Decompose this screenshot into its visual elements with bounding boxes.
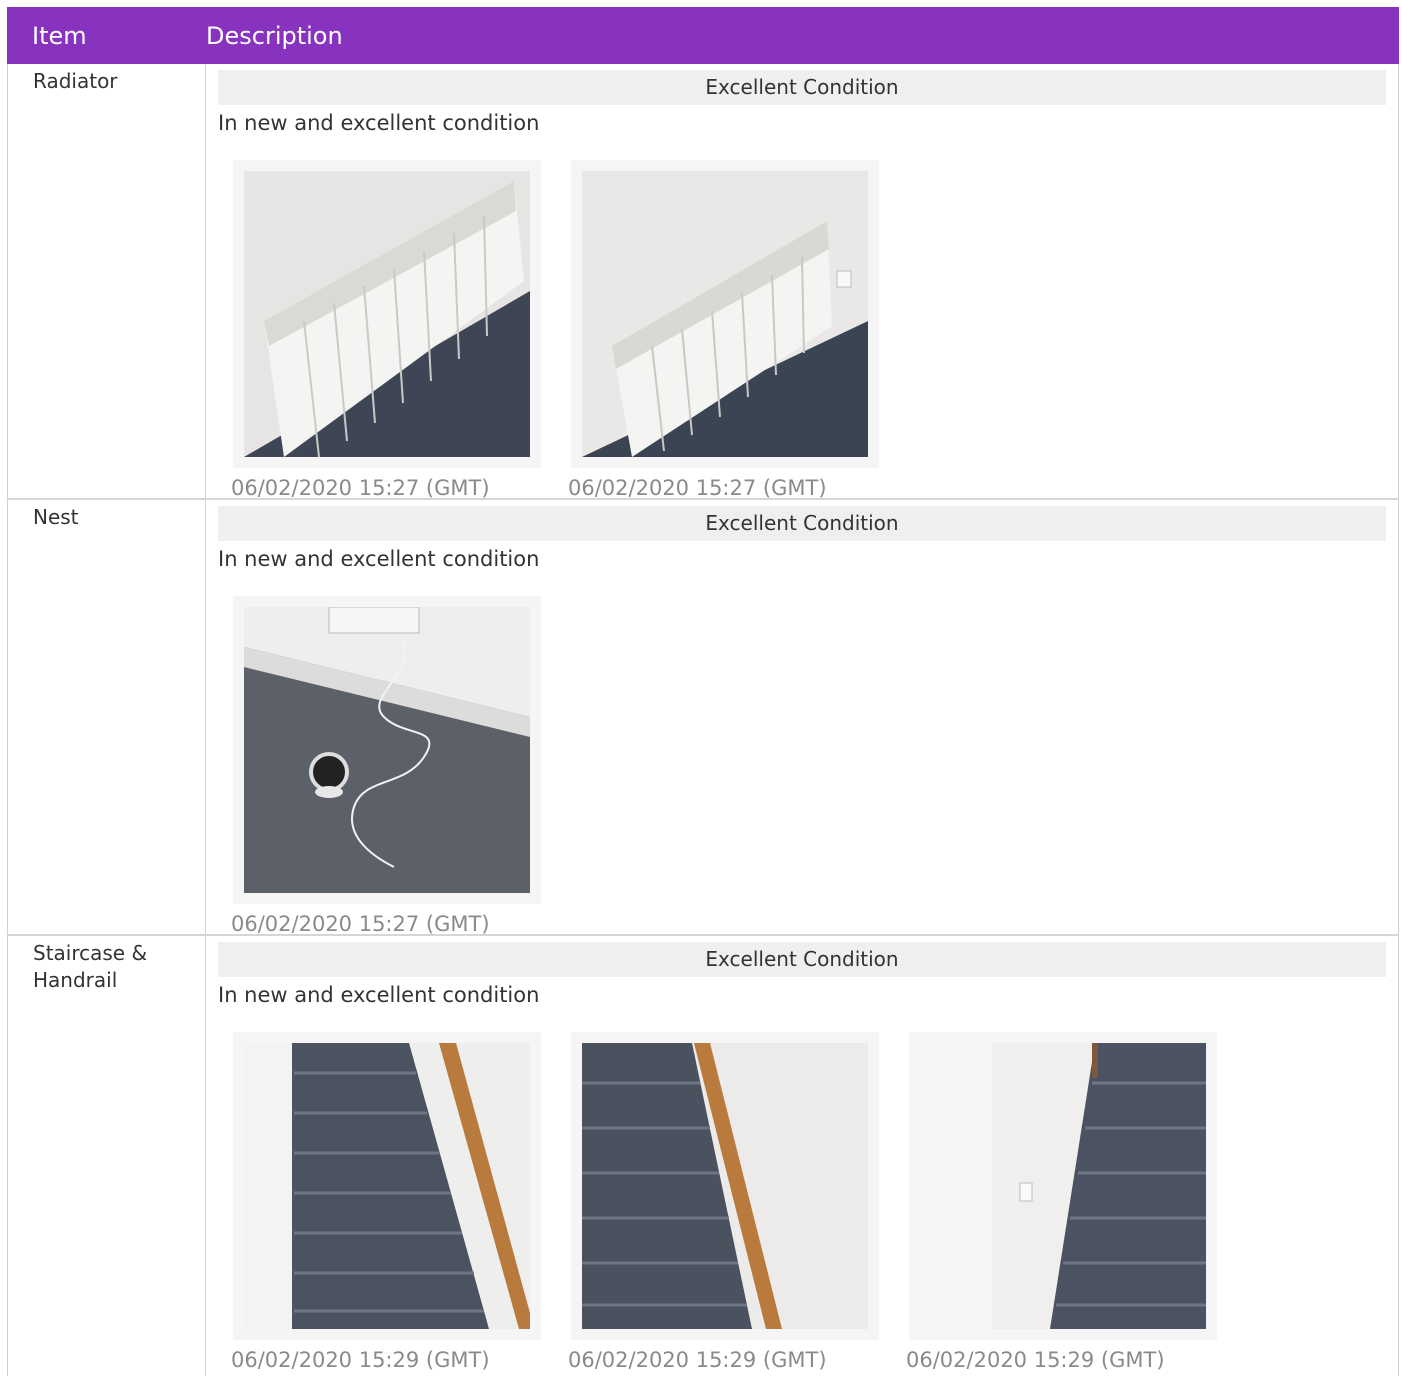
photo-timestamp: 06/02/2020 15:27 (GMT) <box>231 912 490 936</box>
photo-thumbnail[interactable] <box>909 1032 1217 1340</box>
header-description: Description <box>206 22 343 50</box>
staircase-photo <box>920 1043 1206 1329</box>
radiator-photo <box>582 171 868 457</box>
photo-timestamp: 06/02/2020 15:29 (GMT) <box>231 1348 490 1372</box>
photo-thumbnail[interactable] <box>233 160 541 468</box>
photo-timestamp: 06/02/2020 15:27 (GMT) <box>231 476 490 500</box>
photo-timestamp: 06/02/2020 15:29 (GMT) <box>906 1348 1165 1372</box>
photo-thumbnail[interactable] <box>571 160 879 468</box>
column-divider <box>205 936 206 1376</box>
table-row: Radiator Excellent Condition In new and … <box>7 64 1399 500</box>
condition-label: Excellent Condition <box>218 942 1386 977</box>
header-item: Item <box>32 22 87 50</box>
column-divider <box>205 500 206 934</box>
item-description: In new and excellent condition <box>218 547 540 571</box>
item-name: Staircase & Handrail <box>33 941 148 992</box>
photo-thumbnail[interactable] <box>233 596 541 904</box>
staircase-photo <box>582 1043 868 1329</box>
staircase-photo <box>244 1043 530 1329</box>
condition-label: Excellent Condition <box>218 506 1386 541</box>
photo-timestamp: 06/02/2020 15:29 (GMT) <box>568 1348 827 1372</box>
radiator-photo <box>244 171 530 457</box>
nest-camera-photo <box>244 607 530 893</box>
table-row: Staircase & Handrail Excellent Condition… <box>7 936 1399 1376</box>
photo-thumbnail[interactable] <box>233 1032 541 1340</box>
item-description: In new and excellent condition <box>218 983 540 1007</box>
column-divider <box>205 64 206 498</box>
item-name: Radiator <box>33 69 118 93</box>
item-name: Nest <box>33 505 79 529</box>
item-description: In new and excellent condition <box>218 111 540 135</box>
photo-timestamp: 06/02/2020 15:27 (GMT) <box>568 476 827 500</box>
condition-label: Excellent Condition <box>218 70 1386 105</box>
inventory-table: Item Description Radiator Excellent Cond… <box>7 7 1399 1376</box>
table-header: Item Description <box>7 7 1399 64</box>
photo-thumbnail[interactable] <box>571 1032 879 1340</box>
table-row: Nest Excellent Condition In new and exce… <box>7 500 1399 936</box>
